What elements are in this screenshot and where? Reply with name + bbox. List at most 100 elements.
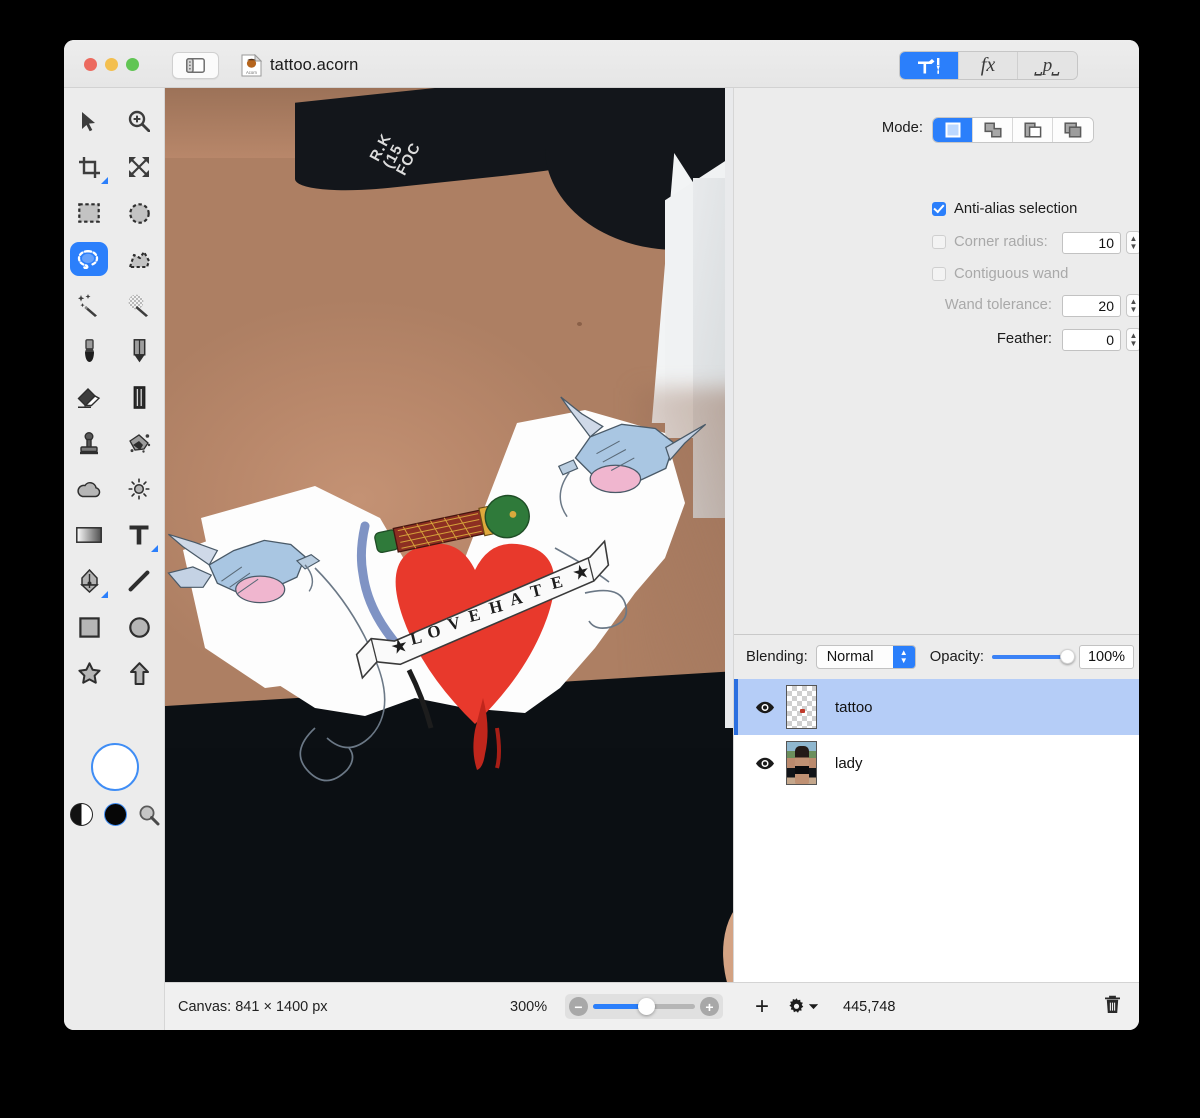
layer-visibility-toggle[interactable] xyxy=(754,701,776,714)
feather-stepper[interactable]: ▲ ▼ xyxy=(1126,328,1139,351)
tool-line[interactable] xyxy=(114,558,164,604)
marquee-rect-icon xyxy=(78,203,100,223)
tool-arrow-shape[interactable] xyxy=(114,650,164,696)
mode-add-selection[interactable] xyxy=(973,118,1013,142)
corner-radius-label: Corner radius: xyxy=(954,234,1048,250)
contiguous-wand-row[interactable]: Contiguous wand xyxy=(932,266,1068,282)
wand-tolerance-input[interactable]: 20 xyxy=(1062,294,1121,317)
pencil-icon xyxy=(133,339,145,363)
tool-polygon-select[interactable] xyxy=(114,236,164,282)
delete-layer-button[interactable] xyxy=(1104,995,1121,1019)
arrow-up-icon xyxy=(129,661,149,685)
feather-field-group: 0 ▲ ▼ xyxy=(1062,328,1139,351)
foreground-color-swatch[interactable] xyxy=(90,743,139,791)
tool-crop[interactable] xyxy=(64,144,114,190)
tool-star-shape[interactable] xyxy=(64,650,114,696)
wand-tolerance-stepper[interactable]: ▲ ▼ xyxy=(1126,294,1139,317)
tool-ellipse-select[interactable] xyxy=(114,190,164,236)
add-layer-button[interactable]: + xyxy=(755,994,769,1019)
mode-subtract-selection[interactable] xyxy=(1013,118,1053,142)
cloud-blur-icon xyxy=(77,481,101,498)
tool-eraser[interactable] xyxy=(64,374,114,420)
brush-icon xyxy=(84,339,94,362)
feather-input[interactable]: 0 xyxy=(1062,328,1121,351)
tool-move[interactable] xyxy=(64,98,114,144)
tool-text[interactable] xyxy=(114,512,164,558)
black-color-swatch[interactable] xyxy=(103,803,127,826)
zoom-button[interactable] xyxy=(126,58,139,71)
tool-zoom[interactable] xyxy=(114,98,164,144)
layer-actions-menu[interactable] xyxy=(787,997,818,1016)
tool-options-indicator xyxy=(151,545,158,552)
layer-thumbnail xyxy=(786,741,817,785)
tool-magic-wand[interactable] xyxy=(64,282,114,328)
tool-rect-select[interactable] xyxy=(64,190,114,236)
status-bar: Canvas: 841 × 1400 px 300% − + + 445,748 xyxy=(165,982,1139,1030)
inspector-panel: Mode: Anti-alias selection Corner radius… xyxy=(733,88,1139,982)
corner-radius-checkbox[interactable] xyxy=(932,235,946,249)
tool-bezier-pen[interactable] xyxy=(64,558,114,604)
contiguous-wand-label: Contiguous wand xyxy=(954,266,1069,282)
polygon-lasso-icon xyxy=(128,250,150,268)
tool-ellipse-shape[interactable] xyxy=(114,604,164,650)
layer-name-label: lady xyxy=(835,754,863,772)
tool-dodge-burn[interactable] xyxy=(114,466,164,512)
contiguous-wand-checkbox[interactable] xyxy=(932,267,946,281)
opacity-value-input[interactable]: 100% xyxy=(1078,645,1134,669)
blending-mode-select[interactable]: Normal ▲ ▼ xyxy=(815,645,916,669)
swap-colors-icon[interactable] xyxy=(69,803,93,826)
tool-brush[interactable] xyxy=(64,328,114,374)
crop-icon xyxy=(78,156,100,178)
tab-tool-options[interactable] xyxy=(900,52,959,79)
tool-smudge[interactable] xyxy=(114,374,164,420)
opacity-slider-knob[interactable] xyxy=(1059,649,1075,664)
tool-gradient[interactable] xyxy=(64,512,114,558)
minimize-button[interactable] xyxy=(105,58,118,71)
close-button[interactable] xyxy=(84,58,97,71)
wand-tolerance-field-group: 20 ▲ ▼ xyxy=(1062,294,1139,317)
tool-instant-alpha[interactable] xyxy=(114,282,164,328)
tattoo-layer-artwork: ★ LO VE HA TE ★ xyxy=(167,396,707,782)
zoom-slider-knob[interactable] xyxy=(637,998,655,1015)
antialias-label: Anti-alias selection xyxy=(954,201,1078,217)
corner-radius-input[interactable]: 10 xyxy=(1062,231,1121,254)
layer-list: tattoo lady xyxy=(734,679,1139,982)
tool-transform[interactable] xyxy=(114,144,164,190)
acorn-document-icon: Acorn xyxy=(241,53,263,77)
tool-pencil[interactable] xyxy=(114,328,164,374)
sidebar-toggle-icon xyxy=(186,58,205,73)
zoom-in-icon[interactable]: + xyxy=(700,997,719,1016)
smudge-icon xyxy=(133,385,145,409)
tool-options-indicator xyxy=(101,591,108,598)
move-arrows-icon xyxy=(129,157,149,177)
mode-label-row: Mode: xyxy=(734,120,923,136)
memory-usage-label: 445,748 xyxy=(843,998,896,1015)
zoom-out-icon[interactable]: − xyxy=(569,997,588,1016)
layer-row-tattoo[interactable]: tattoo xyxy=(734,679,1139,735)
layer-row-lady[interactable]: lady xyxy=(734,735,1139,791)
tab-palette[interactable]: ⎵p⎵ xyxy=(1018,52,1077,79)
text-t-icon xyxy=(129,525,149,545)
antialias-row[interactable]: Anti-alias selection xyxy=(932,201,1077,217)
tab-filters[interactable]: fx xyxy=(959,52,1018,79)
corner-radius-stepper[interactable]: ▲ ▼ xyxy=(1126,231,1139,254)
layer-name-label: tattoo xyxy=(835,698,873,716)
tool-clone-stamp[interactable] xyxy=(64,420,114,466)
mode-new-selection[interactable] xyxy=(933,118,973,142)
antialias-checkbox[interactable] xyxy=(932,202,946,216)
zoom-slider[interactable] xyxy=(593,998,695,1015)
corner-radius-row[interactable]: Corner radius: xyxy=(932,234,1048,250)
tool-rectangle-shape[interactable] xyxy=(64,604,114,650)
tool-lasso-select[interactable] xyxy=(64,236,114,282)
color-picker-magnifier-icon[interactable] xyxy=(138,804,160,826)
tool-blur[interactable] xyxy=(64,466,114,512)
image-canvas[interactable]: R.K (15 FOC ★ L O V E H A T E ★ xyxy=(165,88,733,982)
layer-visibility-toggle[interactable] xyxy=(754,757,776,770)
circle-icon xyxy=(128,616,150,638)
mode-intersect-selection[interactable] xyxy=(1053,118,1093,142)
svg-text:Acorn: Acorn xyxy=(246,70,258,75)
sidebar-toggle-button[interactable] xyxy=(172,52,219,79)
opacity-slider[interactable] xyxy=(991,649,1075,664)
tool-paint-bucket[interactable] xyxy=(114,420,164,466)
trash-icon xyxy=(1105,995,1120,1013)
